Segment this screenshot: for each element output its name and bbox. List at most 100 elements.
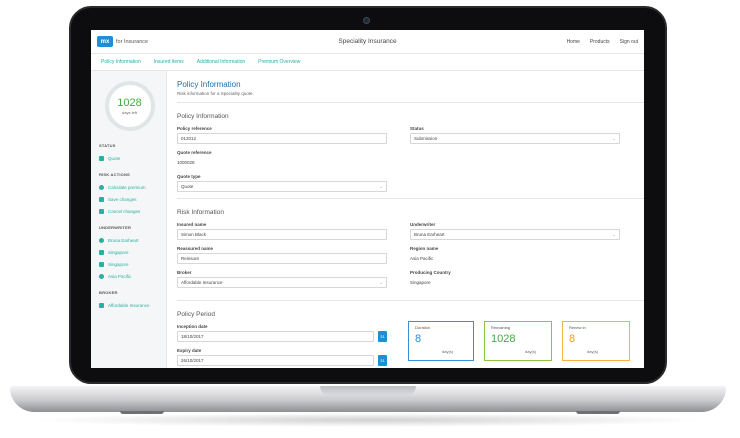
inception-row: 18/10/2017 31 bbox=[177, 331, 387, 348]
document-icon bbox=[99, 155, 104, 161]
broker-value: Affordable Insurance bbox=[181, 280, 223, 285]
cancel-changes-button[interactable]: Cancel changes bbox=[99, 205, 160, 217]
card-unit: day(s) bbox=[587, 349, 599, 354]
policy-information-header: Policy Information bbox=[177, 113, 229, 120]
expiry-row: 26/10/2017 31 bbox=[177, 355, 387, 368]
chevron-down-icon: ⌄ bbox=[612, 231, 616, 237]
sidebar-item-country[interactable]: Singapore bbox=[99, 258, 160, 270]
laptop-foot-left bbox=[120, 411, 164, 414]
user-icon bbox=[99, 237, 104, 243]
divider bbox=[177, 198, 644, 199]
logo-text: for Insurance bbox=[116, 38, 149, 45]
tab-premium-overview[interactable]: Premium Overview bbox=[258, 59, 300, 65]
status-header: STATUS bbox=[99, 143, 116, 148]
card-value: 1028 bbox=[491, 333, 516, 345]
page-subtitle: Risk information for a Speciality quote. bbox=[177, 91, 254, 96]
underwriter-group: Underwriter Bruna Earheart ⌄ bbox=[410, 222, 620, 246]
region-name-value: Asia Pacific bbox=[410, 253, 620, 264]
top-bar: mx for Insurance Home Products Sign out bbox=[91, 30, 644, 54]
nav-products[interactable]: Products bbox=[590, 39, 610, 45]
sidebar-item-label: Calculate premium bbox=[108, 184, 146, 190]
calculate-premium-button[interactable]: Calculate premium bbox=[99, 181, 160, 193]
laptop-notch bbox=[320, 386, 416, 395]
insured-name-group: Insured name Simon Black bbox=[177, 222, 387, 246]
card-title: Remaining bbox=[491, 325, 511, 330]
sidebar-item-label: Singapore bbox=[108, 261, 129, 267]
sidebar-item-label: Quote bbox=[108, 155, 121, 161]
card-title: Renew in bbox=[569, 325, 586, 330]
insured-name-label: Insured name bbox=[177, 222, 207, 227]
top-nav: Home Products Sign out bbox=[567, 39, 638, 45]
quote-type-value: Quote bbox=[181, 184, 194, 189]
insured-name-input[interactable]: Simon Black bbox=[177, 229, 387, 240]
underwriter-select[interactable]: Bruna Earheart ⌄ bbox=[410, 229, 620, 240]
card-value: 8 bbox=[569, 333, 576, 345]
reassured-name-label: Reassured name bbox=[177, 246, 214, 251]
globe-icon bbox=[99, 273, 104, 279]
risk-row-1: Insured name Simon Black Underwriter Bru… bbox=[177, 222, 634, 246]
flag-icon bbox=[99, 261, 104, 267]
laptop-stage: mx for Insurance Home Products Sign out … bbox=[0, 0, 740, 438]
producing-country-value: Singapore bbox=[410, 277, 620, 288]
period-cards: Duration 8 day(s) Remaining 1028 day(s) … bbox=[408, 321, 630, 361]
card-unit: day(s) bbox=[525, 349, 537, 354]
policy-reference-group: Policy reference 012012 bbox=[177, 126, 387, 150]
expiry-date-input[interactable]: 26/10/2017 bbox=[177, 355, 374, 366]
briefcase-icon bbox=[99, 302, 104, 308]
divider bbox=[177, 300, 644, 301]
sidebar-item-label: Bruna Earheart bbox=[108, 237, 139, 243]
nav-home[interactable]: Home bbox=[567, 39, 580, 45]
expiry-label: Expiry date bbox=[177, 348, 202, 353]
sidebar-item-underwriter[interactable]: Bruna Earheart bbox=[99, 234, 160, 246]
nav-sign-out[interactable]: Sign out bbox=[620, 39, 638, 45]
risk-information-header: Risk Information bbox=[177, 209, 224, 216]
tab-insured-items[interactable]: Insured items bbox=[154, 59, 184, 65]
duration-card: Duration 8 day(s) bbox=[408, 321, 474, 361]
main-panel: Policy Information Risk information for … bbox=[167, 71, 644, 368]
sidebar-item-quote[interactable]: Quote bbox=[99, 152, 160, 164]
sidebar-item-office[interactable]: Singapore bbox=[99, 246, 160, 258]
policy-reference-label: Policy reference bbox=[177, 126, 212, 131]
broker-select[interactable]: Affordable Insurance ⌄ bbox=[177, 277, 387, 288]
content-area: 1028 days left STATUS Quote RISK ACTIONS… bbox=[91, 71, 644, 368]
sidebar-item-region[interactable]: Asia Pacific bbox=[99, 270, 160, 282]
status-group: Status Submission ⌄ bbox=[410, 126, 620, 150]
policy-period-header: Policy Period bbox=[177, 311, 215, 318]
days-left-value: 1028 bbox=[117, 97, 142, 109]
sidebar: 1028 days left STATUS Quote RISK ACTIONS… bbox=[91, 71, 167, 368]
broker-label: Broker bbox=[177, 270, 192, 275]
quote-type-select[interactable]: Quote ⌄ bbox=[177, 181, 387, 192]
calendar-icon[interactable]: 31 bbox=[378, 331, 387, 342]
camera-icon bbox=[363, 17, 370, 24]
broker-header: BROKER bbox=[99, 290, 118, 295]
status-label: Status bbox=[410, 126, 424, 131]
status-value: Submission bbox=[414, 136, 438, 141]
tab-policy-information[interactable]: Policy Information bbox=[101, 59, 141, 65]
inception-date-input[interactable]: 18/10/2017 bbox=[177, 331, 374, 342]
underwriter-header: UNDERWRITER bbox=[99, 225, 132, 230]
chevron-down-icon: ⌄ bbox=[612, 135, 616, 141]
tab-additional-information[interactable]: Additional Information bbox=[197, 59, 245, 65]
quote-reference-group: Quote reference 1000028 bbox=[177, 150, 387, 168]
producing-country-group: Producing Country Singapore bbox=[410, 270, 620, 294]
underwriter-value: Bruna Earheart bbox=[414, 232, 445, 237]
reassured-name-input[interactable]: Reinsure bbox=[177, 253, 387, 264]
chevron-down-icon: ⌄ bbox=[379, 279, 383, 285]
expiry-group: Expiry date 26/10/2017 31 bbox=[177, 348, 387, 368]
app-logo[interactable]: mx bbox=[97, 36, 113, 47]
sidebar-item-broker[interactable]: Affordable Insurance bbox=[99, 299, 160, 311]
app-screen: mx for Insurance Home Products Sign out … bbox=[91, 30, 644, 368]
quote-type-group: Quote type Quote ⌄ bbox=[177, 174, 387, 192]
calendar-icon[interactable]: 31 bbox=[378, 355, 387, 366]
quote-type-label: Quote type bbox=[177, 174, 201, 179]
tab-bar: Policy Information Insured items Additio… bbox=[91, 54, 644, 71]
refresh-icon bbox=[99, 184, 104, 190]
status-select[interactable]: Submission ⌄ bbox=[410, 133, 620, 144]
card-title: Duration bbox=[415, 325, 431, 330]
sidebar-item-label: Singapore bbox=[108, 249, 129, 255]
policy-reference-input[interactable]: 012012 bbox=[177, 133, 387, 144]
save-changes-button[interactable]: Save changes bbox=[99, 193, 160, 205]
laptop-shadow bbox=[30, 413, 710, 427]
risk-row-3: Broker Affordable Insurance ⌄ Producing C… bbox=[177, 270, 634, 294]
divider bbox=[177, 102, 644, 103]
